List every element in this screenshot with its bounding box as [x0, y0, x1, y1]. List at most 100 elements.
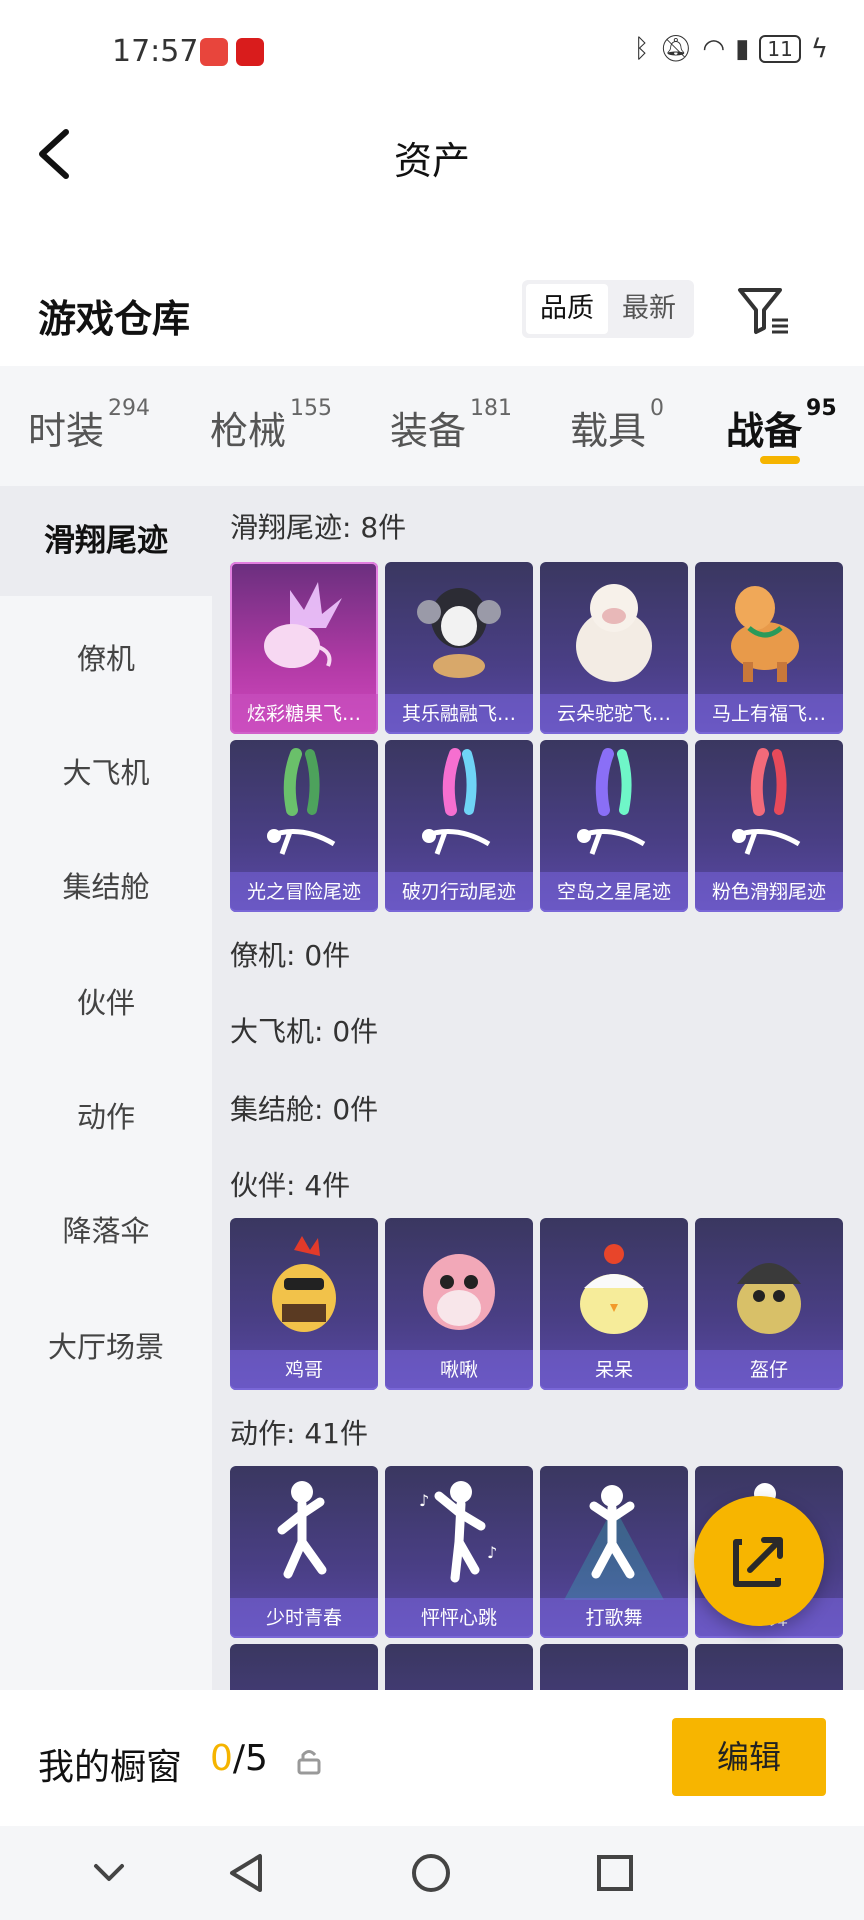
star-smoke-trail-art	[577, 748, 646, 855]
share-button[interactable]	[694, 1496, 824, 1626]
singing-dance-art	[564, 1485, 664, 1600]
item-name: 云朵驼驼飞…	[540, 694, 688, 734]
item-name: 少时青春	[230, 1598, 378, 1638]
charging-icon: ϟ	[810, 34, 828, 64]
sidebar-item-emote[interactable]: 动作	[0, 1062, 212, 1172]
system-nav-bar	[0, 1826, 864, 1920]
showcase-count: 0/5	[210, 1738, 268, 1779]
app-notification-icon	[236, 38, 264, 66]
tab-count: 95	[806, 396, 837, 421]
battery-icon: 11	[759, 35, 801, 63]
showcase-bar: 我的橱窗 0/5 编辑	[0, 1690, 864, 1826]
item-card[interactable]: 盔仔	[695, 1218, 843, 1390]
recents-square-icon[interactable]	[590, 1848, 640, 1898]
heartbeat-dance-art: ♪ ♪	[419, 1481, 497, 1583]
item-card[interactable]: 粉色滑翔尾迹	[695, 740, 843, 912]
item-card[interactable]: 马上有福飞…	[695, 562, 843, 734]
tab-vehicles[interactable]: 载具0	[570, 396, 664, 455]
sidebar-item-companion[interactable]: 伙伴	[0, 948, 212, 1058]
svg-text:♪: ♪	[487, 1543, 497, 1562]
item-card[interactable]: 破刃行动尾迹	[385, 740, 533, 912]
item-card[interactable]: 少时青春	[230, 1466, 378, 1638]
showcase-title: 我的橱窗	[38, 1747, 183, 1788]
tab-label: 装备	[390, 409, 467, 453]
item-card[interactable]	[695, 1644, 843, 1690]
item-card[interactable]: 呆呆	[540, 1218, 688, 1390]
green-smoke-trail-art	[267, 748, 336, 855]
section-title-wingman: 僚机: 0件	[230, 939, 351, 972]
page-title: 资产	[393, 139, 470, 183]
sidebar-item-parachute[interactable]: 降落伞	[0, 1176, 212, 1286]
item-card[interactable]: 打歌舞	[540, 1466, 688, 1638]
tab-label: 枪械	[210, 409, 287, 453]
sidebar-item-assembly-pod[interactable]: 集结舱	[0, 832, 212, 942]
item-name: 其乐融融飞…	[385, 694, 533, 734]
horse-art	[731, 586, 799, 682]
status-time: 17:57	[112, 34, 199, 69]
item-card[interactable]: 光之冒险尾迹	[230, 740, 378, 912]
sidebar: 滑翔尾迹 僚机 大飞机 集结舱 伙伴 动作 降落伞 大厅场景	[0, 486, 212, 1690]
tab-label: 载具	[570, 409, 647, 453]
sidebar-item-lobby-scene[interactable]: 大厅场景	[0, 1292, 212, 1402]
lock-icon	[297, 1750, 321, 1775]
warehouse-title: 游戏仓库	[38, 297, 191, 341]
wifi-icon: ◠	[702, 34, 726, 64]
item-name: 啾啾	[385, 1350, 533, 1390]
showcase-used: 0	[210, 1738, 233, 1779]
item-name: 破刃行动尾迹	[385, 872, 533, 912]
item-card[interactable]	[230, 1644, 378, 1690]
tab-fashion[interactable]: 时装294	[28, 396, 150, 455]
active-tab-indicator	[760, 456, 800, 464]
chevron-down-icon[interactable]	[84, 1848, 134, 1898]
sort-newest-button[interactable]: 最新	[608, 284, 690, 334]
penguin-art	[417, 588, 501, 678]
dance-pose-art	[277, 1481, 327, 1579]
tab-readiness[interactable]: 战备95	[726, 396, 837, 455]
sort-quality-button[interactable]: 品质	[526, 284, 608, 334]
alert-icon: ▮	[735, 34, 750, 64]
item-card[interactable]: 云朵驼驼飞…	[540, 562, 688, 734]
sidebar-item-glide-trail[interactable]: 滑翔尾迹	[0, 486, 212, 596]
tab-equipment[interactable]: 装备181	[390, 396, 512, 455]
item-card[interactable]: ♪ ♪ 怦怦心跳	[385, 1466, 533, 1638]
bird-companion-art	[423, 1254, 495, 1330]
sidebar-item-wingman[interactable]: 僚机	[0, 604, 212, 714]
section-title-big-plane: 大飞机: 0件	[230, 1015, 379, 1048]
tab-weapons[interactable]: 枪械155	[210, 396, 332, 455]
sort-toggle: 品质 最新	[522, 280, 694, 338]
home-circle-icon[interactable]	[406, 1848, 456, 1898]
item-card[interactable]	[385, 1644, 533, 1690]
filter-icon[interactable]	[736, 284, 790, 336]
item-name: 怦怦心跳	[385, 1598, 533, 1638]
item-name: 鸡哥	[230, 1350, 378, 1390]
item-card[interactable]: 鸡哥	[230, 1218, 378, 1390]
item-card[interactable]: 空岛之星尾迹	[540, 740, 688, 912]
item-name: 打歌舞	[540, 1598, 688, 1638]
candy-trail-art	[264, 582, 342, 668]
tab-count: 181	[470, 396, 513, 421]
svg-text:♪: ♪	[419, 1491, 429, 1510]
status-icons: ᛒ 🔕︎ ◠ ▮ 11 ϟ	[634, 34, 828, 64]
item-name: 盔仔	[695, 1350, 843, 1390]
sidebar-item-big-plane[interactable]: 大飞机	[0, 718, 212, 828]
tab-label: 时装	[28, 409, 105, 453]
rainbow-smoke-trail-art	[422, 748, 491, 855]
item-name: 呆呆	[540, 1350, 688, 1390]
showcase-total: /5	[232, 1738, 268, 1779]
item-card[interactable]: 啾啾	[385, 1218, 533, 1390]
item-name: 空岛之星尾迹	[540, 872, 688, 912]
item-name: 炫彩糖果飞…	[230, 694, 378, 734]
tab-label: 战备	[726, 409, 803, 453]
mute-bell-icon: 🔕︎	[659, 34, 693, 64]
item-card[interactable]: 其乐融融飞…	[385, 562, 533, 734]
category-tabs: 时装294 枪械155 装备181 载具0 战备95	[0, 366, 864, 486]
item-card[interactable]	[540, 1644, 688, 1690]
item-card[interactable]: 炫彩糖果飞…	[230, 562, 378, 734]
item-name: 马上有福飞…	[695, 694, 843, 734]
chicken-companion-art	[272, 1236, 336, 1332]
tab-count: 294	[108, 396, 151, 421]
edit-button[interactable]: 编辑	[672, 1718, 826, 1796]
chick-companion-art	[580, 1244, 648, 1334]
back-triangle-icon[interactable]	[222, 1848, 272, 1898]
status-bar: 17:57 ᛒ 🔕︎ ◠ ▮ 11 ϟ	[0, 0, 864, 100]
